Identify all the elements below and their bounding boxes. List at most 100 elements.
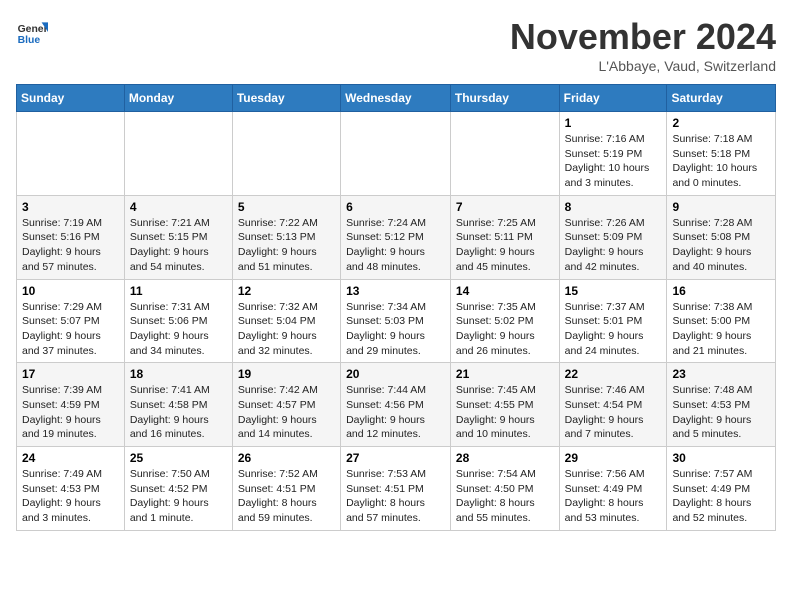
calendar-cell xyxy=(232,112,340,196)
day-info: Sunrise: 7:56 AM Sunset: 4:49 PM Dayligh… xyxy=(565,467,662,526)
day-info: Sunrise: 7:25 AM Sunset: 5:11 PM Dayligh… xyxy=(456,216,554,275)
calendar-cell: 12 Sunrise: 7:32 AM Sunset: 5:04 PM Dayli… xyxy=(232,279,340,363)
day-info: Sunrise: 7:19 AM Sunset: 5:16 PM Dayligh… xyxy=(22,216,119,275)
header-cell-friday: Friday xyxy=(559,85,667,112)
day-number: 12 xyxy=(238,284,335,298)
day-number: 7 xyxy=(456,200,554,214)
day-info: Sunrise: 7:52 AM Sunset: 4:51 PM Dayligh… xyxy=(238,467,335,526)
day-info: Sunrise: 7:16 AM Sunset: 5:19 PM Dayligh… xyxy=(565,132,662,191)
day-number: 30 xyxy=(672,451,770,465)
calendar-cell: 16 Sunrise: 7:38 AM Sunset: 5:00 PM Dayli… xyxy=(667,279,776,363)
calendar-cell: 7 Sunrise: 7:25 AM Sunset: 5:11 PM Daylig… xyxy=(450,195,559,279)
calendar-header: SundayMondayTuesdayWednesdayThursdayFrid… xyxy=(17,85,776,112)
title-area: November 2024 L'Abbaye, Vaud, Switzerlan… xyxy=(510,16,776,74)
day-number: 25 xyxy=(130,451,227,465)
calendar-week-4: 17 Sunrise: 7:39 AM Sunset: 4:59 PM Dayli… xyxy=(17,363,776,447)
calendar-cell: 20Sunrise: 7:44 AM Sunset: 4:56 PM Dayli… xyxy=(341,363,451,447)
calendar-cell: 5Sunrise: 7:22 AM Sunset: 5:13 PM Daylig… xyxy=(232,195,340,279)
calendar-week-2: 3 Sunrise: 7:19 AM Sunset: 5:16 PM Daylig… xyxy=(17,195,776,279)
day-info: Sunrise: 7:38 AM Sunset: 5:00 PM Dayligh… xyxy=(672,300,770,359)
calendar-week-3: 10Sunrise: 7:29 AM Sunset: 5:07 PM Dayli… xyxy=(17,279,776,363)
calendar-cell: 1 Sunrise: 7:16 AM Sunset: 5:19 PM Daylig… xyxy=(559,112,667,196)
calendar-cell: 9Sunrise: 7:28 AM Sunset: 5:08 PM Daylig… xyxy=(667,195,776,279)
calendar-cell xyxy=(341,112,451,196)
day-number: 8 xyxy=(565,200,662,214)
day-info: Sunrise: 7:50 AM Sunset: 4:52 PM Dayligh… xyxy=(130,467,227,526)
day-number: 29 xyxy=(565,451,662,465)
day-info: Sunrise: 7:18 AM Sunset: 5:18 PM Dayligh… xyxy=(672,132,770,191)
day-number: 11 xyxy=(130,284,227,298)
calendar-cell: 22 Sunrise: 7:46 AM Sunset: 4:54 PM Dayli… xyxy=(559,363,667,447)
day-number: 21 xyxy=(456,367,554,381)
calendar-cell: 21 Sunrise: 7:45 AM Sunset: 4:55 PM Dayli… xyxy=(450,363,559,447)
month-title: November 2024 xyxy=(510,16,776,58)
day-number: 1 xyxy=(565,116,662,130)
calendar-cell: 28 Sunrise: 7:54 AM Sunset: 4:50 PM Dayli… xyxy=(450,447,559,531)
calendar-cell: 17 Sunrise: 7:39 AM Sunset: 4:59 PM Dayli… xyxy=(17,363,125,447)
calendar-cell xyxy=(124,112,232,196)
header-row: SundayMondayTuesdayWednesdayThursdayFrid… xyxy=(17,85,776,112)
header: General Blue November 2024 L'Abbaye, Vau… xyxy=(16,16,776,74)
calendar-cell: 23 Sunrise: 7:48 AM Sunset: 4:53 PM Dayli… xyxy=(667,363,776,447)
calendar-cell: 27 Sunrise: 7:53 AM Sunset: 4:51 PM Dayli… xyxy=(341,447,451,531)
logo: General Blue xyxy=(16,16,48,48)
day-info: Sunrise: 7:48 AM Sunset: 4:53 PM Dayligh… xyxy=(672,383,770,442)
calendar-cell: 30 Sunrise: 7:57 AM Sunset: 4:49 PM Dayli… xyxy=(667,447,776,531)
svg-text:General: General xyxy=(18,24,48,35)
calendar-cell: 15 Sunrise: 7:37 AM Sunset: 5:01 PM Dayli… xyxy=(559,279,667,363)
day-number: 15 xyxy=(565,284,662,298)
day-number: 28 xyxy=(456,451,554,465)
day-number: 3 xyxy=(22,200,119,214)
day-info: Sunrise: 7:42 AM Sunset: 4:57 PM Dayligh… xyxy=(238,383,335,442)
day-number: 22 xyxy=(565,367,662,381)
calendar-cell: 13 Sunrise: 7:34 AM Sunset: 5:03 PM Dayli… xyxy=(341,279,451,363)
calendar-cell: 14Sunrise: 7:35 AM Sunset: 5:02 PM Dayli… xyxy=(450,279,559,363)
location: L'Abbaye, Vaud, Switzerland xyxy=(510,58,776,74)
day-info: Sunrise: 7:46 AM Sunset: 4:54 PM Dayligh… xyxy=(565,383,662,442)
day-info: Sunrise: 7:45 AM Sunset: 4:55 PM Dayligh… xyxy=(456,383,554,442)
day-number: 17 xyxy=(22,367,119,381)
calendar-cell: 4Sunrise: 7:21 AM Sunset: 5:15 PM Daylig… xyxy=(124,195,232,279)
day-info: Sunrise: 7:49 AM Sunset: 4:53 PM Dayligh… xyxy=(22,467,119,526)
day-number: 9 xyxy=(672,200,770,214)
calendar-cell: 2Sunrise: 7:18 AM Sunset: 5:18 PM Daylig… xyxy=(667,112,776,196)
day-info: Sunrise: 7:31 AM Sunset: 5:06 PM Dayligh… xyxy=(130,300,227,359)
calendar-week-5: 24 Sunrise: 7:49 AM Sunset: 4:53 PM Dayli… xyxy=(17,447,776,531)
day-info: Sunrise: 7:41 AM Sunset: 4:58 PM Dayligh… xyxy=(130,383,227,442)
day-number: 16 xyxy=(672,284,770,298)
day-info: Sunrise: 7:32 AM Sunset: 5:04 PM Dayligh… xyxy=(238,300,335,359)
calendar-cell: 24 Sunrise: 7:49 AM Sunset: 4:53 PM Dayli… xyxy=(17,447,125,531)
calendar-cell: 10Sunrise: 7:29 AM Sunset: 5:07 PM Dayli… xyxy=(17,279,125,363)
day-number: 13 xyxy=(346,284,445,298)
day-info: Sunrise: 7:54 AM Sunset: 4:50 PM Dayligh… xyxy=(456,467,554,526)
day-info: Sunrise: 7:34 AM Sunset: 5:03 PM Dayligh… xyxy=(346,300,445,359)
day-info: Sunrise: 7:29 AM Sunset: 5:07 PM Dayligh… xyxy=(22,300,119,359)
day-number: 19 xyxy=(238,367,335,381)
calendar-cell: 3 Sunrise: 7:19 AM Sunset: 5:16 PM Daylig… xyxy=(17,195,125,279)
calendar-body: 1 Sunrise: 7:16 AM Sunset: 5:19 PM Daylig… xyxy=(17,112,776,531)
day-info: Sunrise: 7:37 AM Sunset: 5:01 PM Dayligh… xyxy=(565,300,662,359)
day-info: Sunrise: 7:21 AM Sunset: 5:15 PM Dayligh… xyxy=(130,216,227,275)
day-number: 18 xyxy=(130,367,227,381)
calendar-cell: 11 Sunrise: 7:31 AM Sunset: 5:06 PM Dayli… xyxy=(124,279,232,363)
svg-text:Blue: Blue xyxy=(18,35,41,46)
day-number: 27 xyxy=(346,451,445,465)
calendar-cell: 19 Sunrise: 7:42 AM Sunset: 4:57 PM Dayli… xyxy=(232,363,340,447)
calendar-cell xyxy=(17,112,125,196)
day-number: 24 xyxy=(22,451,119,465)
calendar-table: SundayMondayTuesdayWednesdayThursdayFrid… xyxy=(16,84,776,531)
calendar-cell: 29 Sunrise: 7:56 AM Sunset: 4:49 PM Dayli… xyxy=(559,447,667,531)
header-cell-sunday: Sunday xyxy=(17,85,125,112)
header-cell-saturday: Saturday xyxy=(667,85,776,112)
header-cell-tuesday: Tuesday xyxy=(232,85,340,112)
day-info: Sunrise: 7:53 AM Sunset: 4:51 PM Dayligh… xyxy=(346,467,445,526)
day-number: 5 xyxy=(238,200,335,214)
calendar-week-1: 1 Sunrise: 7:16 AM Sunset: 5:19 PM Daylig… xyxy=(17,112,776,196)
calendar-cell: 8Sunrise: 7:26 AM Sunset: 5:09 PM Daylig… xyxy=(559,195,667,279)
day-info: Sunrise: 7:35 AM Sunset: 5:02 PM Dayligh… xyxy=(456,300,554,359)
day-info: Sunrise: 7:39 AM Sunset: 4:59 PM Dayligh… xyxy=(22,383,119,442)
day-number: 23 xyxy=(672,367,770,381)
day-number: 6 xyxy=(346,200,445,214)
day-number: 20 xyxy=(346,367,445,381)
day-info: Sunrise: 7:57 AM Sunset: 4:49 PM Dayligh… xyxy=(672,467,770,526)
